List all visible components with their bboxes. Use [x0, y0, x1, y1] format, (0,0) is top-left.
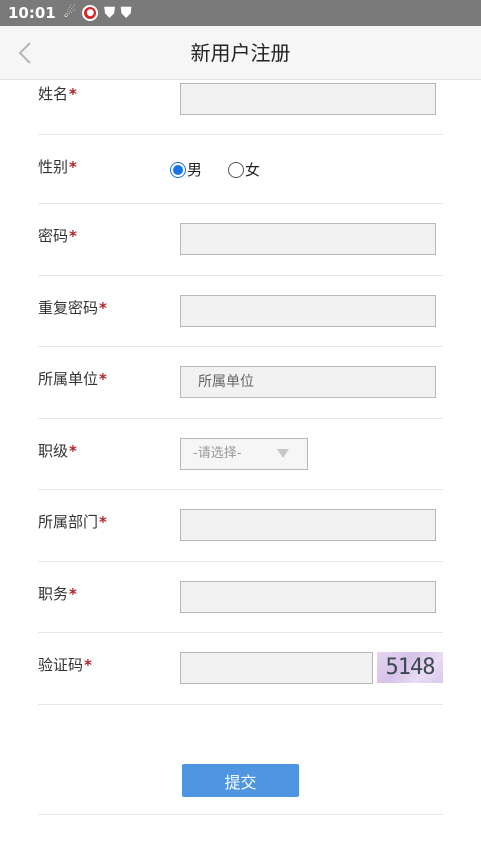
gender-male-radio[interactable]: 男	[170, 159, 202, 180]
app-notification-icon: ⛊	[120, 5, 132, 21]
confirm-password-label: 重复密码*	[38, 298, 107, 317]
password-input[interactable]	[180, 223, 436, 255]
radio-checked-icon	[170, 161, 186, 178]
submit-section: 提交	[38, 724, 443, 815]
unit-input[interactable]: 所属单位	[180, 366, 436, 398]
radio-unchecked-icon	[228, 161, 245, 178]
department-input[interactable]	[180, 509, 436, 541]
password-label: 密码*	[38, 227, 77, 245]
gender-label: 性别*	[38, 158, 77, 176]
captcha-input[interactable]	[180, 652, 373, 684]
confirm-password-row: 重复密码*	[38, 276, 443, 347]
submit-button[interactable]: 提交	[182, 764, 299, 797]
name-input[interactable]	[180, 83, 436, 115]
captcha-image[interactable]: 5148	[377, 652, 443, 683]
position-label: 职务*	[38, 584, 77, 603]
position-row: 职务*	[38, 562, 443, 633]
password-row: 密码*	[38, 204, 443, 276]
page-title: 新用户注册	[190, 41, 291, 65]
rank-select[interactable]: -请选择-	[180, 437, 308, 470]
name-row: 姓名*	[38, 80, 443, 135]
dropdown-arrow-icon	[277, 448, 289, 458]
app-notification-icon: ⛊	[104, 5, 115, 21]
name-label: 姓名*	[38, 85, 77, 103]
registration-form: 姓名* 性别* 男 女 密码* 重复密码* 所属单位* 所属单位 职级* -请选…	[38, 80, 443, 705]
rank-row: 职级* -请选择-	[38, 419, 443, 490]
captcha-label: 验证码*	[38, 656, 92, 674]
notification-icon: ☄	[63, 5, 77, 21]
department-row: 所属部门*	[38, 490, 443, 562]
app-notification-icon: ●	[82, 5, 99, 21]
gender-radio-group: 男 女	[170, 159, 286, 180]
position-input[interactable]	[180, 580, 436, 613]
unit-row: 所属单位* 所属单位	[38, 347, 443, 419]
app-header: 新用户注册	[0, 26, 481, 80]
captcha-row: 验证码* 5148	[38, 633, 443, 705]
rank-label: 职级*	[38, 441, 77, 460]
confirm-password-input[interactable]	[180, 294, 436, 327]
status-bar: 10:01 ☄ ● ⛊ ⛊	[0, 0, 481, 26]
unit-label: 所属单位*	[38, 370, 107, 388]
department-label: 所属部门*	[38, 513, 107, 531]
status-time: 10:01	[8, 4, 56, 22]
gender-row: 性别* 男 女	[38, 135, 443, 204]
gender-female-radio[interactable]: 女	[228, 159, 260, 180]
